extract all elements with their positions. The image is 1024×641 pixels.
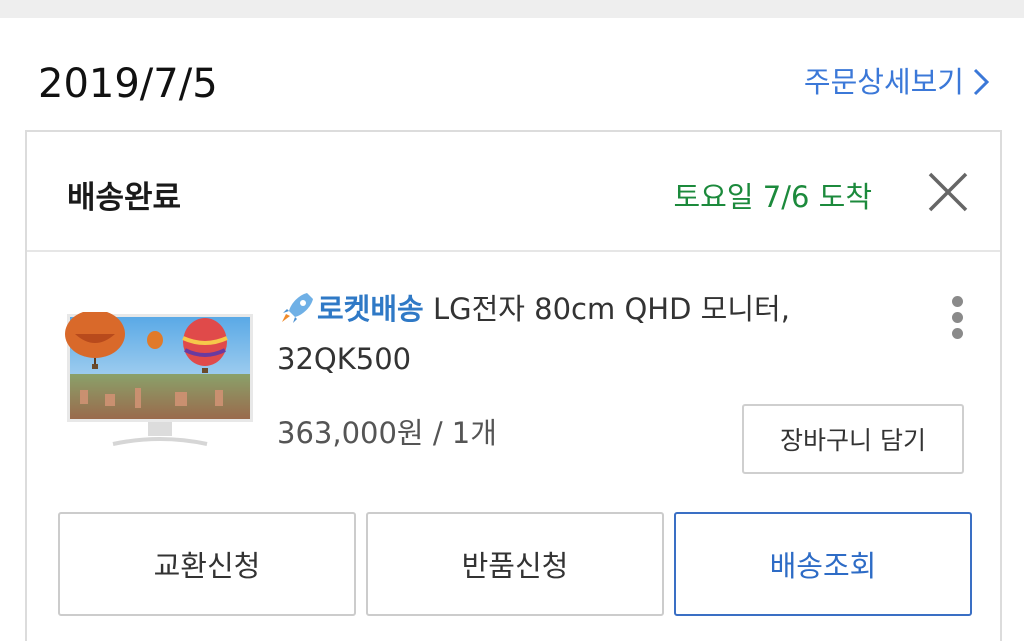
order-detail-label: 주문상세보기 xyxy=(803,65,964,99)
product-title[interactable]: 로켓배송 LG전자 80cm QHD 모니터, 32QK500 xyxy=(277,284,917,384)
delivery-status: 배송완료 xyxy=(67,180,182,216)
return-request-button[interactable]: 반품신청 xyxy=(366,512,664,616)
card-header: 배송완료 토요일 7/6 도착 xyxy=(27,132,1000,252)
exchange-request-button[interactable]: 교환신청 xyxy=(58,512,356,616)
product-price-quantity: 363,000원 / 1개 xyxy=(277,416,497,450)
rocket-icon xyxy=(282,293,313,323)
top-divider-band xyxy=(0,0,1024,18)
arrival-date: 토요일 7/6 도착 xyxy=(673,180,872,214)
order-header: 2019/7/5 주문상세보기 xyxy=(0,18,1024,130)
close-icon[interactable] xyxy=(926,170,970,214)
order-detail-link[interactable]: 주문상세보기 xyxy=(804,64,990,100)
order-card: 배송완료 토요일 7/6 도착 로켓배송 LG전자 80cm QHD 모니터, … xyxy=(25,130,1002,641)
product-thumbnail[interactable] xyxy=(65,312,255,450)
track-delivery-button[interactable]: 배송조회 xyxy=(674,512,972,616)
rocket-delivery-badge: 로켓배송 xyxy=(317,292,424,326)
add-to-cart-button[interactable]: 장바구니 담기 xyxy=(742,404,964,474)
more-vertical-icon[interactable] xyxy=(945,296,969,342)
order-date: 2019/7/5 xyxy=(38,61,218,107)
chevron-right-icon xyxy=(973,68,990,96)
